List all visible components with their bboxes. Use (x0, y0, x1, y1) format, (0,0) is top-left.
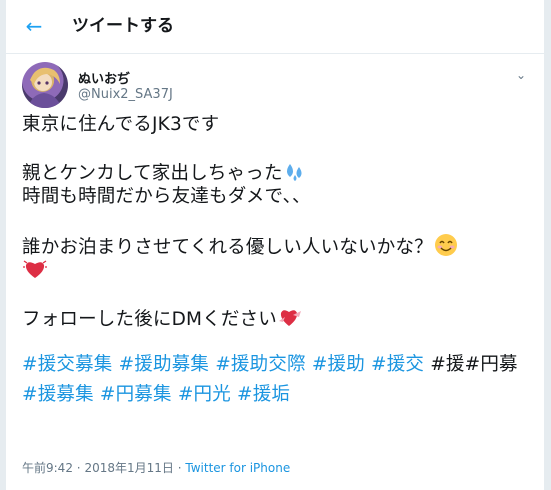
avatar-image (28, 67, 62, 108)
arrow-left-icon[interactable]: ← (22, 14, 46, 38)
page-title: ツイートする (72, 16, 174, 36)
hashtag-link[interactable]: #援交 (371, 354, 424, 375)
hashtag-row: #援募集 #円募集 #円光 #援垢 (22, 383, 537, 407)
hashtag-plain: #援#円募 (430, 354, 518, 375)
author-handle[interactable]: @Nuix2_SA37J (78, 87, 173, 102)
beating-heart-icon (22, 257, 48, 288)
client-link[interactable]: Twitter for iPhone (185, 461, 290, 475)
tweet-date[interactable]: 2018年1月11日 (84, 461, 173, 475)
author-name[interactable]: ぬいおぢ (78, 68, 130, 87)
tweet-line (22, 257, 537, 281)
page-header: ← ツイートする (6, 0, 544, 54)
hashtag-link[interactable]: #援垢 (237, 384, 290, 405)
chevron-down-icon[interactable]: ⌄ (512, 66, 530, 84)
tweet-line: フォローした後にDMください (22, 305, 537, 330)
tweet-line: 誰かお泊まりさせてくれる優しい人いないかな？ (22, 233, 537, 258)
hashtag-link[interactable]: #援助募集 (119, 354, 210, 375)
hashtag-link[interactable]: #援助 (312, 354, 365, 375)
tweet-card: ← ツイートする ぬいおぢ @Nuix2_SA37J ⌄ 東京に住んでるJK3で… (5, 0, 545, 490)
tweet-line-text: 誰かお泊まりさせてくれる優しい人いないかな？ (22, 237, 433, 258)
tweet-text: 東京に住んでるJK3です 親とケンカして家出しちゃった 時間も時間だから友達もダ… (22, 113, 537, 407)
hashtag-link[interactable]: #援交募集 (22, 354, 113, 375)
avatar[interactable] (22, 62, 68, 108)
tweet-line-text: 親とケンカして家出しちゃった (22, 163, 283, 184)
hashtag-link[interactable]: #援募集 (22, 384, 94, 405)
hashtag-link[interactable]: #円募集 (100, 384, 172, 405)
tweet-metadata: 午前9:42 · 2018年1月11日 · Twitter for iPhone (22, 459, 290, 476)
hashtag-link[interactable]: #円光 (178, 384, 231, 405)
separator: · (76, 461, 81, 475)
tweet-line-text: フォローした後にDMください (22, 309, 278, 330)
smiling-face-icon (433, 233, 459, 264)
separator: · (177, 461, 182, 475)
tweet-line: 親とケンカして家出しちゃった (22, 161, 537, 185)
hashtag-row: #援交募集 #援助募集 #援助交際 #援助 #援交 #援#円募 (22, 353, 537, 377)
hashtag-link[interactable]: #援助交際 (215, 354, 306, 375)
tweet-time[interactable]: 午前9:42 (22, 461, 73, 475)
heart-with-ribbon-icon (277, 305, 303, 336)
tweet-author: ぬいおぢ @Nuix2_SA37J ⌄ (6, 54, 544, 114)
tweet-line: 時間も時間だから友達もダメで、、 (22, 186, 311, 207)
tweet-line: 東京に住んでるJK3です (22, 114, 220, 135)
